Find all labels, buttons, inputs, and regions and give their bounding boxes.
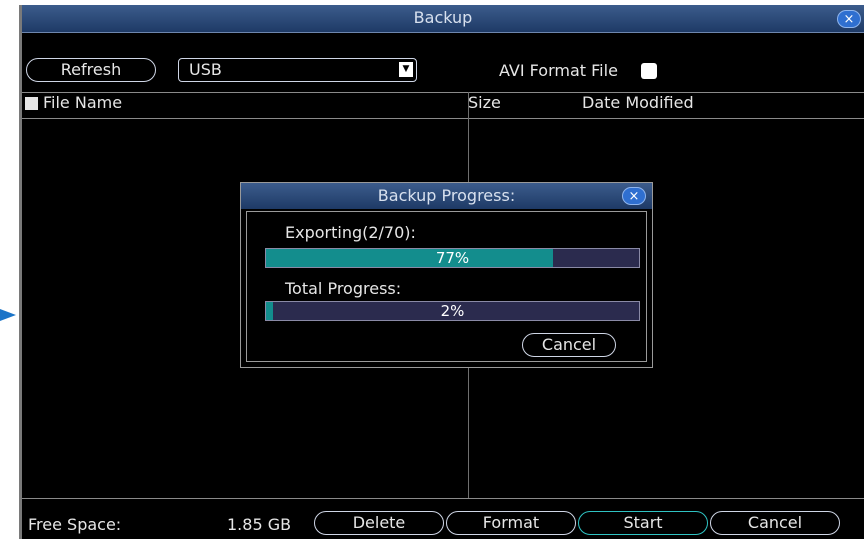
chevron-down-icon[interactable]: ▼: [399, 62, 413, 77]
export-progress-bar: 77%: [265, 248, 640, 268]
column-header-file-name[interactable]: File Name: [43, 93, 122, 112]
total-progress-bar: 2%: [265, 301, 640, 321]
device-select-value: USB: [189, 60, 222, 79]
dialog-titlebar: Backup Progress: ×: [241, 183, 652, 209]
refresh-button[interactable]: Refresh: [26, 58, 156, 82]
cancel-button[interactable]: Cancel: [710, 511, 840, 535]
total-progress-label: Total Progress:: [285, 279, 402, 298]
dialog-close-icon[interactable]: ×: [622, 187, 646, 205]
window-titlebar: Backup ×: [22, 5, 864, 33]
export-progress-label: Exporting(2/70):: [285, 223, 416, 242]
header-top-divider: [22, 92, 864, 93]
avi-format-label: AVI Format File: [499, 61, 618, 80]
free-space-value: 1.85 GB: [227, 515, 292, 534]
close-icon[interactable]: ×: [837, 10, 861, 28]
pointer-arrow-icon: [0, 309, 16, 321]
dialog-title: Backup Progress:: [377, 186, 516, 205]
backup-progress-dialog: Backup Progress: × Exporting(2/70): 77% …: [240, 182, 653, 368]
select-all-checkbox[interactable]: [25, 97, 38, 110]
free-space-label: Free Space:: [28, 515, 122, 534]
avi-format-checkbox[interactable]: [641, 63, 657, 79]
delete-button[interactable]: Delete: [314, 511, 444, 535]
device-select[interactable]: USB ▼: [178, 58, 417, 82]
total-progress-percent: 2%: [440, 302, 465, 320]
dialog-cancel-button[interactable]: Cancel: [522, 333, 616, 357]
format-button[interactable]: Format: [446, 511, 576, 535]
header-bottom-divider: [22, 118, 864, 119]
column-header-date-modified[interactable]: Date Modified: [582, 93, 694, 112]
dialog-body: Exporting(2/70): 77% Total Progress: 2% …: [246, 211, 647, 362]
start-button[interactable]: Start: [578, 511, 708, 535]
window-title: Backup: [413, 8, 473, 27]
column-header-size[interactable]: Size: [468, 93, 501, 112]
footer-divider: [22, 498, 864, 499]
export-progress-percent: 77%: [435, 249, 470, 267]
